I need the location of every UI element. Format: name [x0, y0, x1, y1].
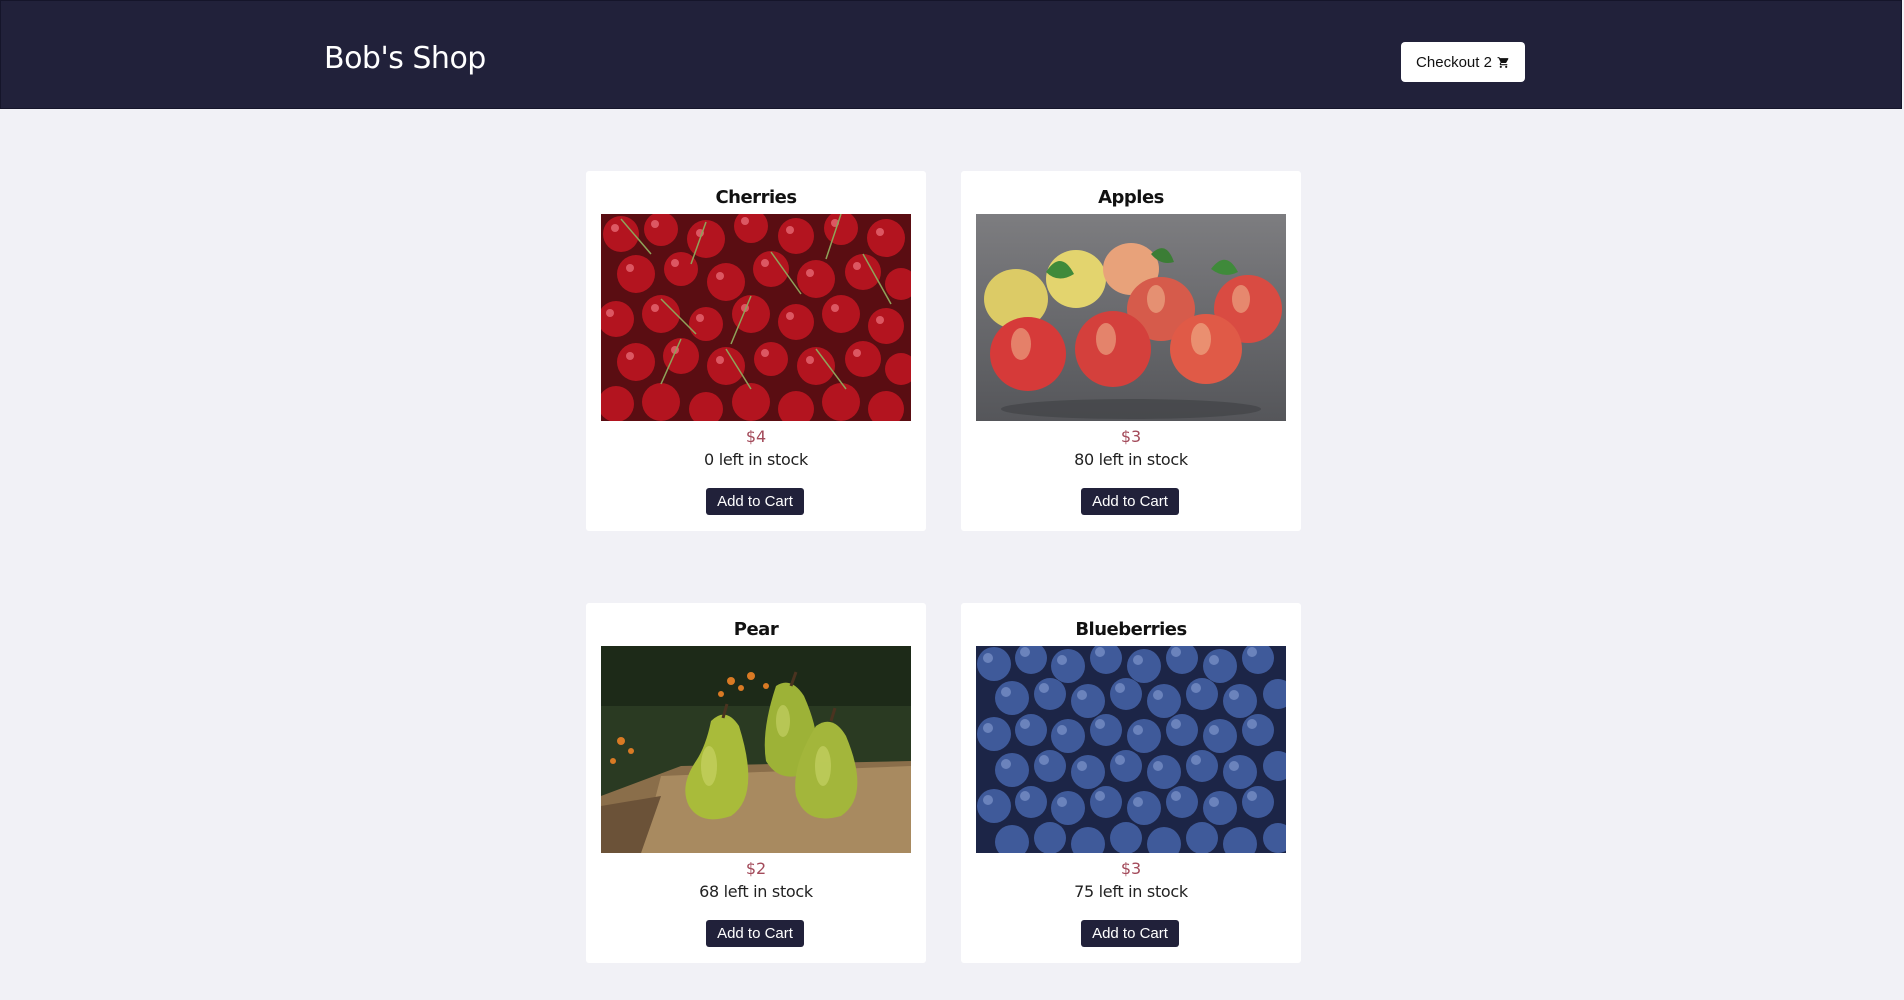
add-to-cart-button[interactable]: Add to Cart — [1081, 920, 1179, 947]
product-price: $4 — [745, 427, 767, 446]
product-price: $2 — [745, 859, 767, 878]
product-card-apples: Apples $3 80 left in stock Add to Cart — [961, 171, 1301, 531]
product-stock: 68 left in stock — [699, 882, 813, 901]
product-name: Cherries — [715, 187, 797, 208]
product-stock: 80 left in stock — [1074, 450, 1188, 469]
add-to-cart-button[interactable]: Add to Cart — [706, 920, 804, 947]
product-stock: 75 left in stock — [1074, 882, 1188, 901]
product-name: Blueberries — [1075, 619, 1187, 640]
product-stock: 0 left in stock — [704, 450, 808, 469]
checkout-label: Checkout 2 — [1416, 53, 1492, 71]
site-header: Bob's Shop Checkout 2 — [0, 0, 1902, 109]
product-price: $3 — [1120, 859, 1142, 878]
product-card-blueberries: Blueberries $3 75 left in stock Add to C… — [961, 603, 1301, 963]
product-name: Apples — [1098, 187, 1164, 208]
product-image-apples — [976, 214, 1286, 421]
checkout-button[interactable]: Checkout 2 — [1401, 42, 1525, 82]
add-to-cart-button[interactable]: Add to Cart — [706, 488, 804, 515]
cart-icon — [1497, 56, 1510, 69]
product-image-cherries — [601, 214, 911, 421]
product-card-cherries: Cherries $4 0 left in stock Add to Cart — [586, 171, 926, 531]
shop-title: Bob's Shop — [324, 41, 486, 76]
product-price: $3 — [1120, 427, 1142, 446]
product-image-blueberries — [976, 646, 1286, 853]
product-image-pear — [601, 646, 911, 853]
add-to-cart-button[interactable]: Add to Cart — [1081, 488, 1179, 515]
product-name: Pear — [733, 619, 779, 640]
product-card-pear: Pear $2 68 left in stock Add to Cart — [586, 603, 926, 963]
